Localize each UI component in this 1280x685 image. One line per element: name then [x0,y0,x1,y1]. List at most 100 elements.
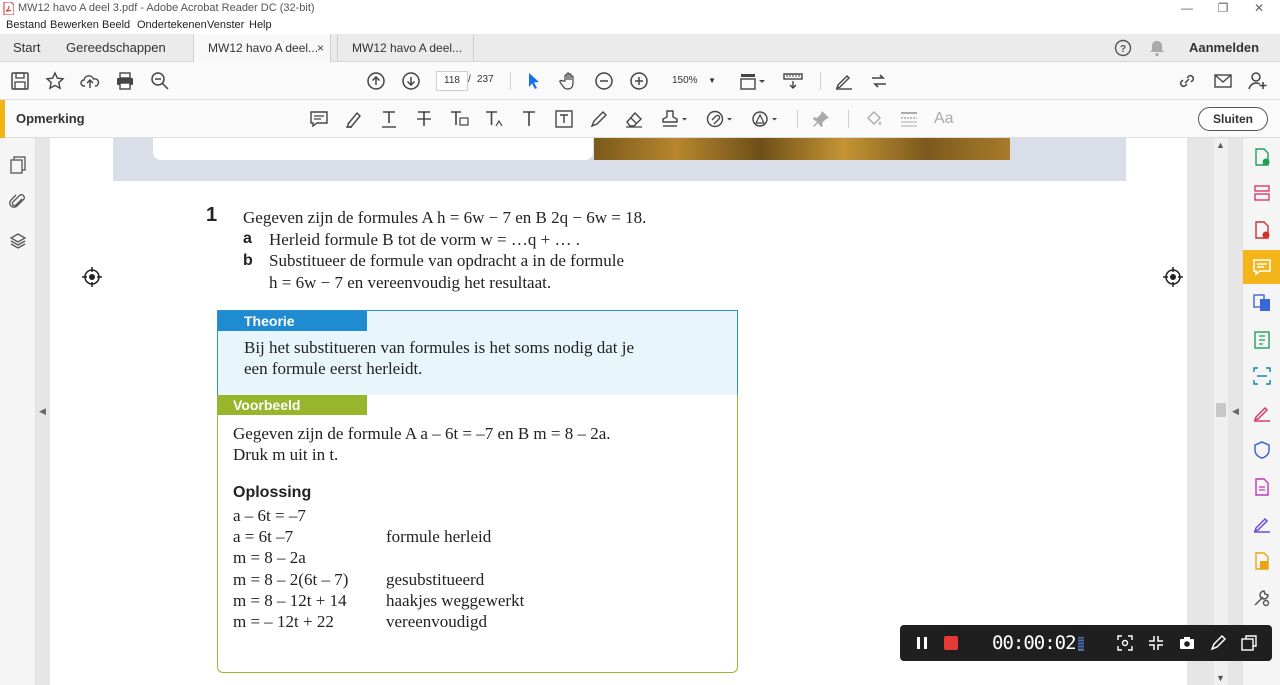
help-icon[interactable]: ? [1114,39,1132,57]
hand-tool-icon[interactable] [559,71,579,91]
svg-text:?: ? [1120,44,1126,55]
example-box: Voorbeeld Gegeven zijn de formule A a – … [217,395,738,673]
print-icon[interactable] [115,71,135,91]
combine-files-icon[interactable] [1252,293,1272,313]
mail-icon[interactable] [1213,71,1233,91]
share-edit-icon[interactable] [869,71,889,91]
fill-sign-icon[interactable] [1252,403,1272,423]
menu-help[interactable]: Help [249,19,272,31]
tab-start[interactable]: Start [13,34,40,62]
question-b-letter: b [243,252,253,269]
camera-focus-icon[interactable] [1116,634,1134,652]
solution-step-formula: m = 8 – 2a [233,548,306,567]
solution-step-note: formule herleid [386,527,492,546]
collapse-right-panel-icon[interactable]: ◀ [1232,406,1239,417]
zoom-out-icon[interactable] [594,71,614,91]
crosshair-target-icon[interactable] [81,266,103,288]
organize-pages-icon[interactable] [1252,183,1272,203]
more-tools-icon[interactable] [1252,588,1272,608]
fill-color-icon[interactable] [864,109,884,129]
scroll-down-icon[interactable]: ▼ [1216,673,1225,683]
scrollbar-thumb[interactable] [1216,403,1226,417]
underline-text-icon[interactable] [379,109,399,129]
prepare-form-icon[interactable] [1252,477,1272,497]
sticky-note-icon[interactable] [309,109,329,129]
pause-recording-icon[interactable] [915,636,929,650]
send-for-review-icon[interactable] [1252,551,1272,571]
replace-text-icon[interactable] [449,109,469,129]
vertical-scrollbar[interactable]: ▲ ▼ [1214,138,1228,685]
draw-pencil-icon[interactable] [589,109,609,129]
minimize-button[interactable]: — [1169,0,1205,17]
stamp-icon[interactable] [661,109,689,129]
attachment-paperclip-icon[interactable] [9,193,27,211]
toolbar-divider [797,110,798,128]
create-pdf-icon[interactable] [1252,220,1272,240]
text-box-icon[interactable] [554,109,574,129]
strikethrough-text-icon[interactable] [414,109,434,129]
right-tools-panel [1242,138,1280,685]
stop-recording-icon[interactable] [944,636,958,650]
title-bar: MW12 havo A deel 3.pdf - Adobe Acrobat R… [0,0,1280,17]
layers-icon[interactable] [9,232,27,250]
comment-tool-icon[interactable] [1252,257,1272,277]
protect-shield-icon[interactable] [1252,440,1272,460]
attach-file-icon[interactable] [706,109,734,129]
add-text-icon[interactable] [519,109,539,129]
screenshot-camera-icon[interactable] [1178,634,1196,652]
scroll-up-icon[interactable]: ▲ [1216,140,1225,150]
bell-icon[interactable] [1148,39,1166,57]
question-number: 1 [206,204,218,226]
link-share-icon[interactable] [1177,71,1197,91]
tab-tools[interactable]: Gereedschappen [66,34,166,62]
chevron-down-icon: ▼ [708,76,716,85]
export-pdf-icon[interactable] [1252,147,1272,167]
theory-box: Theorie Bij het substitueren van formule… [217,310,738,396]
save-icon[interactable] [10,71,30,91]
zoom-level-dropdown[interactable]: 150% ▼ [664,71,722,91]
exit-fullscreen-icon[interactable] [1147,634,1165,652]
shapes-icon[interactable] [751,109,779,129]
upload-cloud-icon[interactable] [80,71,100,91]
request-signature-icon[interactable] [1252,514,1272,534]
maximize-button[interactable]: ❐ [1205,0,1241,17]
page-number-input[interactable]: 118 [436,71,468,91]
add-user-icon[interactable] [1248,71,1268,91]
highlight-pen-icon[interactable] [344,109,364,129]
sign-pen-icon[interactable] [834,71,854,91]
eraser-icon[interactable] [624,109,644,129]
tab-document-2[interactable]: MW12 havo A deel... [337,34,474,62]
page-layout-icon[interactable] [739,71,767,91]
minimize-recorder-icon[interactable] [1240,634,1258,652]
close-tab-icon[interactable]: × [317,34,324,62]
page-thumbnails-icon[interactable] [9,156,27,174]
crosshair-target-icon[interactable] [1162,266,1184,288]
collapse-left-panel-icon[interactable]: ◀ [39,406,46,417]
sign-in-link[interactable]: Aanmelden [1189,34,1259,62]
menu-bestand[interactable]: Bestand [6,19,46,31]
zoom-out-search-icon[interactable] [150,71,170,91]
menu-ondertekenen[interactable]: Ondertekenen [137,19,207,31]
line-weight-icon[interactable] [899,109,919,129]
zoom-in-icon[interactable] [629,71,649,91]
next-page-icon[interactable] [401,71,421,91]
scan-ocr-icon[interactable] [1252,366,1272,386]
edit-pdf-icon[interactable] [1252,330,1272,350]
font-size-icon[interactable]: Aa [934,110,958,130]
draw-annotation-icon[interactable] [1209,634,1227,652]
previous-page-icon[interactable] [366,71,386,91]
menu-venster[interactable]: Venster [207,19,244,31]
select-pointer-icon[interactable] [524,71,544,91]
menu-bewerken[interactable]: Bewerken [50,19,99,31]
document-viewport[interactable]: ◀ 1 Gegeven zijn de formules A h = 6w − … [36,138,1214,685]
star-icon[interactable] [45,71,65,91]
tab-document-active[interactable]: MW12 havo A deel... × [193,34,331,63]
pin-icon[interactable] [811,109,831,129]
close-window-button[interactable]: ✕ [1241,0,1277,17]
insert-text-icon[interactable] [484,109,504,129]
tab-document-label: MW12 havo A deel... [208,41,319,55]
close-comment-button[interactable]: Sluiten [1198,107,1268,131]
menu-beeld[interactable]: Beeld [102,19,130,31]
scroll-mode-icon[interactable] [783,71,803,91]
page-separator: / [468,74,471,85]
